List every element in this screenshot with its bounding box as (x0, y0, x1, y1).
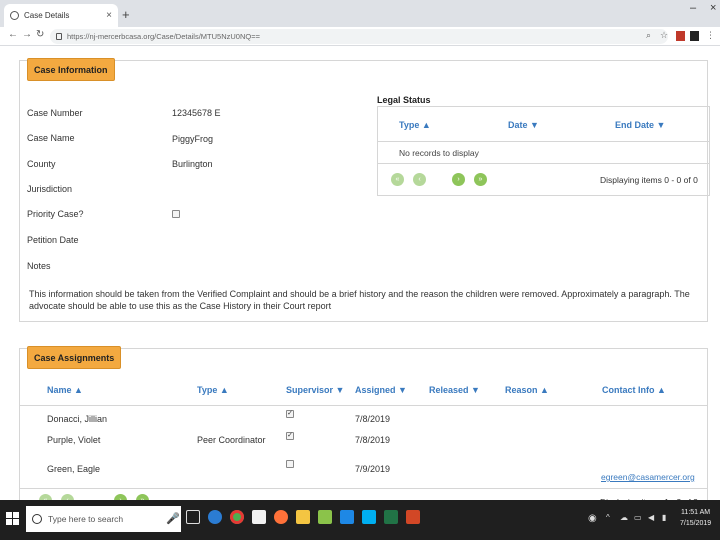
legal-date-column[interactable]: Date ▼ (508, 120, 539, 130)
county-value: Burlington (172, 159, 213, 169)
assign-reason-column[interactable]: Reason ▲ (505, 385, 549, 395)
row-1-name: Donacci, Jillian (47, 414, 108, 424)
new-tab-button[interactable]: + (122, 7, 130, 22)
legal-status-title: Legal Status (377, 95, 431, 105)
row-1-assigned: 7/8/2019 (355, 414, 391, 424)
task-view-icon[interactable] (186, 510, 200, 524)
assign-supervisor-column[interactable]: Supervisor ▼ (286, 385, 344, 395)
last-page-icon[interactable]: » (474, 173, 487, 186)
grid-divider (378, 141, 709, 142)
legal-type-column[interactable]: Type ▲ (399, 120, 431, 130)
row-3-contact-email[interactable]: egreen@casamercer.org (601, 472, 695, 482)
assign-name-column[interactable]: Name ▲ (47, 385, 83, 395)
window-minimize-button[interactable]: – (690, 2, 696, 14)
tab-title: Case Details (24, 11, 70, 20)
row-2-type: Peer Coordinator (197, 435, 266, 445)
row-2-assigned: 7/8/2019 (355, 435, 391, 445)
row-2-supervisor-checkbox[interactable]: ✓ (286, 432, 294, 440)
grid-divider (20, 405, 707, 406)
skype-icon[interactable] (362, 510, 376, 524)
priority-case-label: Priority Case? (27, 209, 84, 219)
media-app-icon[interactable] (318, 510, 332, 524)
notes-label: Notes (27, 261, 51, 271)
row-3-supervisor-checkbox[interactable] (286, 460, 294, 468)
cortana-icon (32, 514, 42, 524)
network-icon[interactable]: ▭ (634, 513, 642, 522)
tray-app-icon[interactable]: ◉ (588, 513, 597, 524)
assign-contact-column[interactable]: Contact Info ▲ (602, 385, 666, 395)
case-number-value: 12345678 E (172, 108, 221, 118)
search-placeholder: Type here to search (48, 514, 124, 524)
clock-time: 11:51 AM (681, 509, 711, 516)
grid-divider (378, 163, 709, 164)
row-3-name: Green, Eagle (47, 464, 101, 474)
case-information-title: Case Information (27, 58, 115, 81)
first-page-icon[interactable]: « (391, 173, 404, 186)
extension-dark-icon[interactable] (690, 31, 699, 41)
page-content: Case Information Case Number 12345678 E … (0, 47, 720, 508)
assign-released-column[interactable]: Released ▼ (429, 385, 480, 395)
tab-close-icon[interactable]: × (106, 10, 112, 21)
window-close-button[interactable]: × (710, 2, 716, 14)
row-1-supervisor-checkbox[interactable]: ✓ (286, 410, 294, 418)
row-3-assigned: 7/9/2019 (355, 464, 391, 474)
windows-start-icon[interactable] (6, 512, 19, 525)
assign-assigned-column[interactable]: Assigned ▼ (355, 385, 407, 395)
word-app-icon[interactable] (340, 510, 354, 524)
county-label: County (27, 159, 56, 169)
volume-icon[interactable]: ◀ (648, 513, 654, 522)
legal-status-grid: Type ▲ Date ▼ End Date ▼ No records to d… (377, 106, 710, 196)
clock-date: 7/15/2019 (680, 520, 712, 527)
case-name-value: PiggyFrog (172, 134, 214, 144)
star-icon[interactable]: ☆ (660, 30, 668, 41)
zoom-icon[interactable]: ⌕ (646, 30, 651, 41)
browser-tab[interactable]: Case Details × (4, 4, 118, 27)
case-assignments-panel: Case Assignments Name ▲ Type ▲ Superviso… (19, 346, 708, 508)
jurisdiction-label: Jurisdiction (27, 184, 73, 194)
case-assignments-title: Case Assignments (27, 346, 122, 369)
back-arrow-icon[interactable]: ← (8, 29, 18, 40)
prev-page-icon[interactable]: ‹ (413, 173, 426, 186)
assign-type-column[interactable]: Type ▲ (197, 385, 229, 395)
file-explorer-icon[interactable] (296, 510, 310, 524)
excel-app-icon[interactable] (384, 510, 398, 524)
case-information-panel: Case Information Case Number 12345678 E … (19, 58, 710, 322)
mail-icon[interactable] (252, 510, 266, 524)
next-page-icon[interactable]: › (452, 173, 465, 186)
chrome-icon[interactable] (230, 510, 244, 524)
address-bar[interactable]: https://nj-mercerbcasa.org/Case/Details/… (50, 29, 668, 44)
firefox-icon[interactable] (274, 510, 288, 524)
browser-toolbar: ← → ↻ https://nj-mercerbcasa.org/Case/De… (0, 27, 720, 46)
petition-date-label: Petition Date (27, 235, 79, 245)
edge-browser-icon[interactable] (208, 510, 222, 524)
show-hidden-icons-chevron-icon[interactable]: ^ (606, 513, 610, 522)
case-name-label: Case Name (27, 133, 75, 143)
no-records-message: No records to display (399, 148, 479, 158)
lock-icon (56, 33, 62, 40)
windows-taskbar: Type here to search 🎤 ◉ ^ ☁ ▭ ◀ ▮ 11:51 … (0, 500, 720, 540)
onedrive-cloud-icon[interactable]: ☁ (620, 513, 628, 522)
extension-pdf-icon[interactable] (676, 31, 685, 41)
forward-arrow-icon[interactable]: → (22, 29, 32, 40)
case-number-label: Case Number (27, 108, 83, 118)
globe-icon (10, 11, 19, 20)
microphone-icon[interactable]: 🎤 (166, 512, 180, 525)
menu-kebab-icon[interactable]: ⋮ (706, 30, 715, 41)
browser-tab-strip: Case Details × + – × (0, 0, 720, 27)
powerpoint-app-icon[interactable] (406, 510, 420, 524)
url-text: https://nj-mercerbcasa.org/Case/Details/… (67, 32, 260, 41)
notes-text: This information should be taken from th… (29, 289, 690, 311)
reload-icon[interactable]: ↻ (36, 29, 44, 40)
legal-end-date-column[interactable]: End Date ▼ (615, 120, 665, 130)
row-2-name: Purple, Violet (47, 435, 101, 445)
grid-divider (20, 488, 707, 489)
legal-pager-info: Displaying items 0 - 0 of 0 (600, 175, 698, 185)
taskbar-search-box[interactable]: Type here to search (26, 506, 181, 532)
battery-icon[interactable]: ▮ (662, 513, 666, 522)
taskbar-clock[interactable]: 11:51 AM 7/15/2019 (680, 507, 711, 529)
priority-case-checkbox[interactable] (172, 210, 180, 218)
